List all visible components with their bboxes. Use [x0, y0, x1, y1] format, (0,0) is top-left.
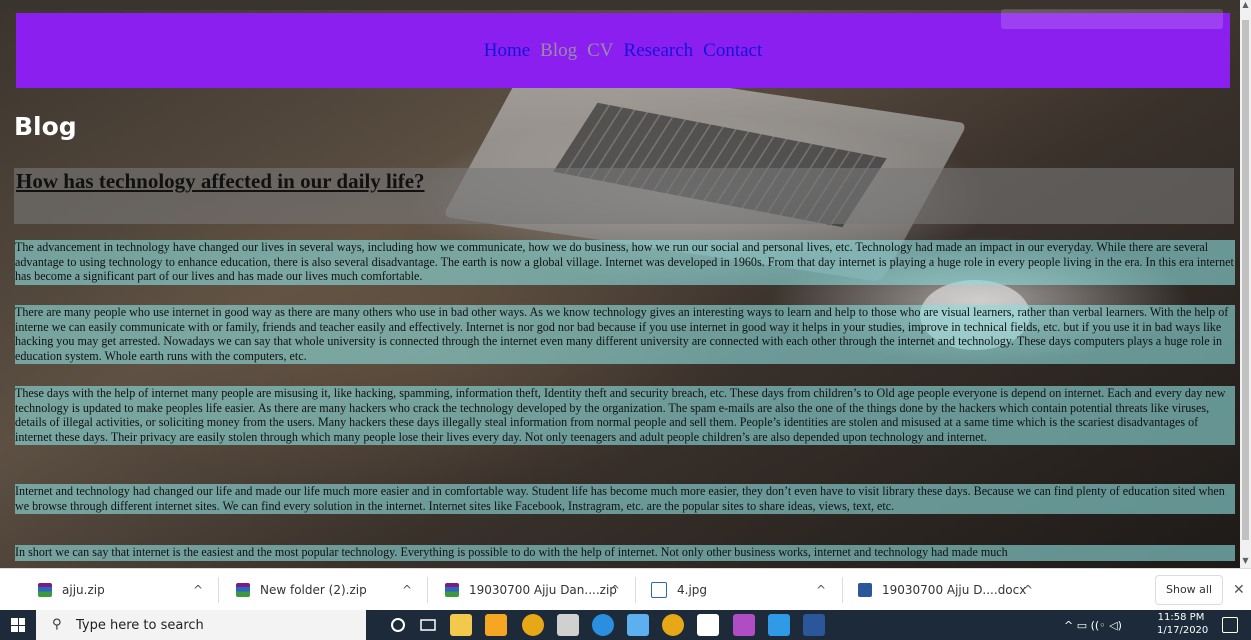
download-filename: 19030700 Ajju D....docx: [882, 583, 1027, 597]
download-filename: New folder (2).zip: [260, 583, 367, 597]
chrome-active-icon[interactable]: [662, 614, 684, 636]
download-item[interactable]: 4.jpg: [651, 569, 707, 611]
paragraph-5: In short we can say that internet is the…: [15, 545, 1235, 561]
word-file-icon: [858, 583, 872, 597]
tray-icons[interactable]: ^ ▭ ((◦ ◁): [1064, 619, 1122, 632]
file-explorer-icon[interactable]: [450, 614, 472, 636]
nav-cv-link[interactable]: CV: [587, 40, 613, 62]
divider: [218, 577, 219, 603]
search-placeholder: Type here to search: [76, 617, 204, 633]
winrar-icon[interactable]: [733, 614, 755, 636]
paragraph-1: The advancement in technology have chang…: [15, 240, 1235, 285]
download-filename: 19030700 Ajju Dan....zip: [469, 583, 617, 597]
close-icon[interactable]: ✕: [1233, 569, 1245, 611]
chevron-up-icon[interactable]: ^: [816, 569, 826, 611]
system-tray[interactable]: ^ ▭ ((◦ ◁): [1064, 610, 1122, 640]
paint-icon[interactable]: [557, 614, 579, 636]
vscode-icon[interactable]: [768, 614, 790, 636]
chevron-up-icon[interactable]: ^: [193, 569, 203, 611]
task-view-icon[interactable]: [417, 614, 439, 636]
word-icon[interactable]: [803, 614, 825, 636]
download-filename: ajju.zip: [62, 583, 105, 597]
chrome-icon[interactable]: [522, 614, 544, 636]
download-bar: ajju.zip ^ New folder (2).zip ^ 19030700…: [0, 568, 1251, 611]
download-item[interactable]: ajju.zip: [38, 569, 105, 611]
download-filename: 4.jpg: [677, 583, 708, 597]
search-icon: ⚲: [52, 617, 62, 632]
image-file-icon: [651, 582, 667, 598]
windows-icon: [11, 618, 25, 632]
download-item[interactable]: 19030700 Ajju D....docx: [858, 569, 1026, 611]
paragraph-3: These days with the help of internet man…: [15, 386, 1235, 445]
taskbar: ⚲ Type here to search ^ ▭ ((◦ ◁) 11:58 P…: [0, 610, 1251, 640]
paragraph-4: Internet and technology had changed our …: [15, 484, 1235, 514]
download-item[interactable]: 19030700 Ajju Dan....zip: [445, 569, 617, 611]
scroll-up-icon[interactable]: ▲: [1241, 0, 1250, 10]
zip-file-icon: [445, 583, 459, 597]
divider: [635, 577, 636, 603]
clock[interactable]: 11:58 PM 1/17/2020: [1157, 611, 1209, 637]
chevron-up-icon[interactable]: ^: [402, 569, 412, 611]
taskbar-search-box[interactable]: ⚲ Type here to search: [36, 610, 366, 640]
start-button[interactable]: [0, 610, 36, 640]
show-all-button[interactable]: Show all: [1155, 575, 1223, 605]
store-icon[interactable]: [485, 614, 507, 636]
chevron-up-icon[interactable]: ^: [1023, 569, 1033, 611]
edge-icon[interactable]: [592, 614, 614, 636]
nav-blog-link[interactable]: Blog: [540, 40, 577, 62]
paragraph-2: There are many people who use internet i…: [15, 305, 1235, 364]
nav-research-link[interactable]: Research: [624, 40, 694, 62]
page-title: Blog: [14, 112, 77, 141]
notepad-icon[interactable]: [627, 614, 649, 636]
photos-icon[interactable]: [697, 614, 719, 636]
divider: [842, 577, 843, 603]
clock-time: 11:58 PM: [1157, 612, 1205, 623]
nav-contact-link[interactable]: Contact: [703, 40, 762, 62]
clock-date: 1/17/2020: [1157, 625, 1209, 636]
article-title: How has technology affected in our daily…: [16, 169, 425, 193]
zip-file-icon: [236, 583, 250, 597]
nav-home-link[interactable]: Home: [484, 40, 530, 62]
nav-overlay-box: [1001, 9, 1223, 29]
browser-page: Home Blog CV Research Contact Blog How h…: [0, 0, 1240, 568]
notification-icon[interactable]: [1222, 617, 1238, 633]
scroll-down-icon[interactable]: ▼: [1241, 556, 1250, 566]
cortana-icon[interactable]: [387, 614, 409, 636]
chevron-up-icon[interactable]: ^: [610, 569, 620, 611]
zip-file-icon: [38, 583, 52, 597]
scrollbar-thumb[interactable]: [1242, 20, 1249, 540]
download-item[interactable]: New folder (2).zip: [236, 569, 367, 611]
divider: [427, 577, 428, 603]
